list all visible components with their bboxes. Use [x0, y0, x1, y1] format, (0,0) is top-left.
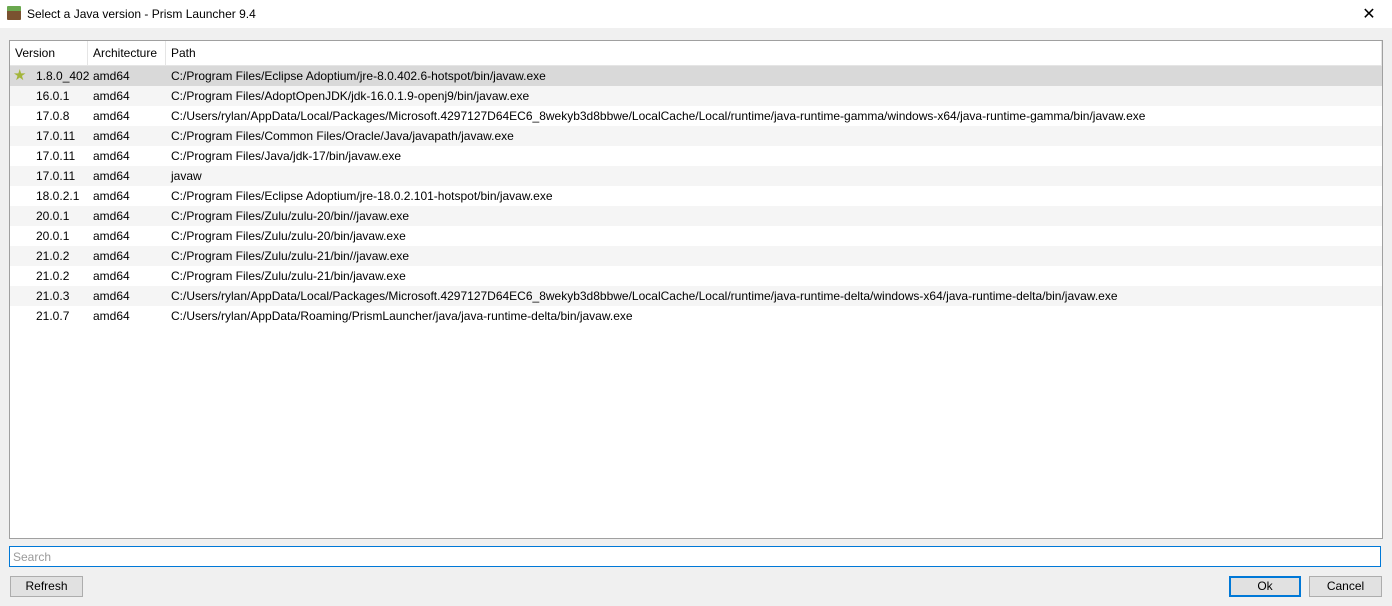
search-field[interactable] — [9, 546, 1381, 567]
table-row[interactable]: 17.0.8 amd64 C:/Users/rylan/AppData/Local/… — [10, 106, 1382, 126]
table-row[interactable]: 16.0.1 amd64 C:/Program Files/AdoptOpenJDK… — [10, 86, 1382, 106]
table-row[interactable]: ★ 1.8.0_402 amd64 C:/Program Files/Eclipse … — [10, 66, 1382, 86]
table-row[interactable]: 20.0.1 amd64 C:/Program Files/Zulu/zulu-20… — [10, 226, 1382, 246]
star-icon: ★ — [13, 67, 27, 84]
search-input[interactable] — [10, 547, 1380, 566]
version-cell: 17.0.8 — [36, 109, 70, 123]
version-cell: 17.0.11 — [36, 169, 76, 183]
version-cell: 20.0.1 — [36, 229, 70, 243]
table-row[interactable]: 21.0.2 amd64 C:/Program Files/Zulu/zulu-21… — [10, 246, 1382, 266]
ok-button[interactable]: Ok — [1229, 576, 1301, 597]
version-cell: 21.0.2 — [36, 249, 70, 263]
header-architecture[interactable]: Architecture — [88, 41, 166, 65]
close-icon[interactable]: ✕ — [1346, 0, 1392, 28]
path-cell: C:/Program Files/Zulu/zulu-20/bin//javaw… — [171, 209, 410, 223]
path-cell: C:/Program Files/Eclipse Adoptium/jre-18… — [171, 189, 553, 203]
table-row[interactable]: 20.0.1 amd64 C:/Program Files/Zulu/zulu-20… — [10, 206, 1382, 226]
table-row[interactable]: 17.0.11 amd64 C:/Program Files/Common File… — [10, 126, 1382, 146]
cancel-button[interactable]: Cancel — [1309, 576, 1382, 597]
prism-launcher-icon — [7, 6, 21, 20]
path-cell: C:/Program Files/AdoptOpenJDK/jdk-16.0.1… — [171, 89, 530, 103]
version-cell: 18.0.2.1 — [36, 189, 80, 203]
path-cell: C:/Program Files/Zulu/zulu-20/bin/javaw.… — [171, 229, 406, 243]
window-title: Select a Java version - Prism Launcher 9… — [27, 7, 256, 21]
table-row[interactable]: 18.0.2.1 amd64 C:/Program Files/Eclipse Ad… — [10, 186, 1382, 206]
architecture-cell: amd64 — [93, 269, 130, 283]
header-version[interactable]: Version — [10, 41, 88, 65]
table-header: Version Architecture Path — [10, 41, 1382, 66]
path-cell: C:/Users/rylan/AppData/Local/Packages/Mi… — [171, 109, 1146, 123]
architecture-cell: amd64 — [93, 249, 130, 263]
architecture-cell: amd64 — [93, 69, 130, 83]
path-cell: C:/Program Files/Zulu/zulu-21/bin/javaw.… — [171, 269, 406, 283]
table-row[interactable]: 17.0.11 amd64 javaw — [10, 166, 1382, 186]
architecture-cell: amd64 — [93, 129, 130, 143]
header-path[interactable]: Path — [166, 41, 1382, 65]
path-cell: C:/Users/rylan/AppData/Local/Packages/Mi… — [171, 289, 1118, 303]
version-cell: 21.0.2 — [36, 269, 70, 283]
architecture-cell: amd64 — [93, 229, 130, 243]
architecture-cell: amd64 — [93, 109, 130, 123]
architecture-cell: amd64 — [93, 289, 130, 303]
table-row[interactable]: 21.0.3 amd64 C:/Users/rylan/AppData/Local/… — [10, 286, 1382, 306]
architecture-cell: amd64 — [93, 149, 130, 163]
version-cell: ★ 1.8.0_402 — [13, 67, 90, 84]
table-row[interactable]: 17.0.11 amd64 C:/Program Files/Java/jdk-17… — [10, 146, 1382, 166]
architecture-cell: amd64 — [93, 189, 130, 203]
version-cell: 21.0.3 — [36, 289, 70, 303]
architecture-cell: amd64 — [93, 209, 130, 223]
path-cell: C:/Program Files/Eclipse Adoptium/jre-8.… — [171, 69, 546, 83]
version-cell: 17.0.11 — [36, 149, 76, 163]
table-row[interactable]: 21.0.2 amd64 C:/Program Files/Zulu/zulu-21… — [10, 266, 1382, 286]
architecture-cell: amd64 — [93, 89, 130, 103]
title-bar: Select a Java version - Prism Launcher 9… — [0, 0, 1392, 28]
version-cell: 21.0.7 — [36, 309, 70, 323]
version-cell: 17.0.11 — [36, 129, 76, 143]
path-cell: C:/Program Files/Java/jdk-17/bin/javaw.e… — [171, 149, 402, 163]
architecture-cell: amd64 — [93, 309, 130, 323]
path-cell: C:/Program Files/Zulu/zulu-21/bin//javaw… — [171, 249, 410, 263]
architecture-cell: amd64 — [93, 169, 130, 183]
version-cell: 16.0.1 — [36, 89, 70, 103]
path-cell: javaw — [171, 169, 202, 183]
table-row[interactable]: 21.0.7 amd64 C:/Users/rylan/AppData/Roamin… — [10, 306, 1382, 326]
java-version-table[interactable]: Version Architecture Path ★ 1.8.0_402 amd6… — [9, 40, 1383, 539]
path-cell: C:/Users/rylan/AppData/Roaming/PrismLaun… — [171, 309, 633, 323]
path-cell: C:/Program Files/Common Files/Oracle/Jav… — [171, 129, 514, 143]
refresh-button[interactable]: Refresh — [10, 576, 83, 597]
version-cell: 20.0.1 — [36, 209, 70, 223]
